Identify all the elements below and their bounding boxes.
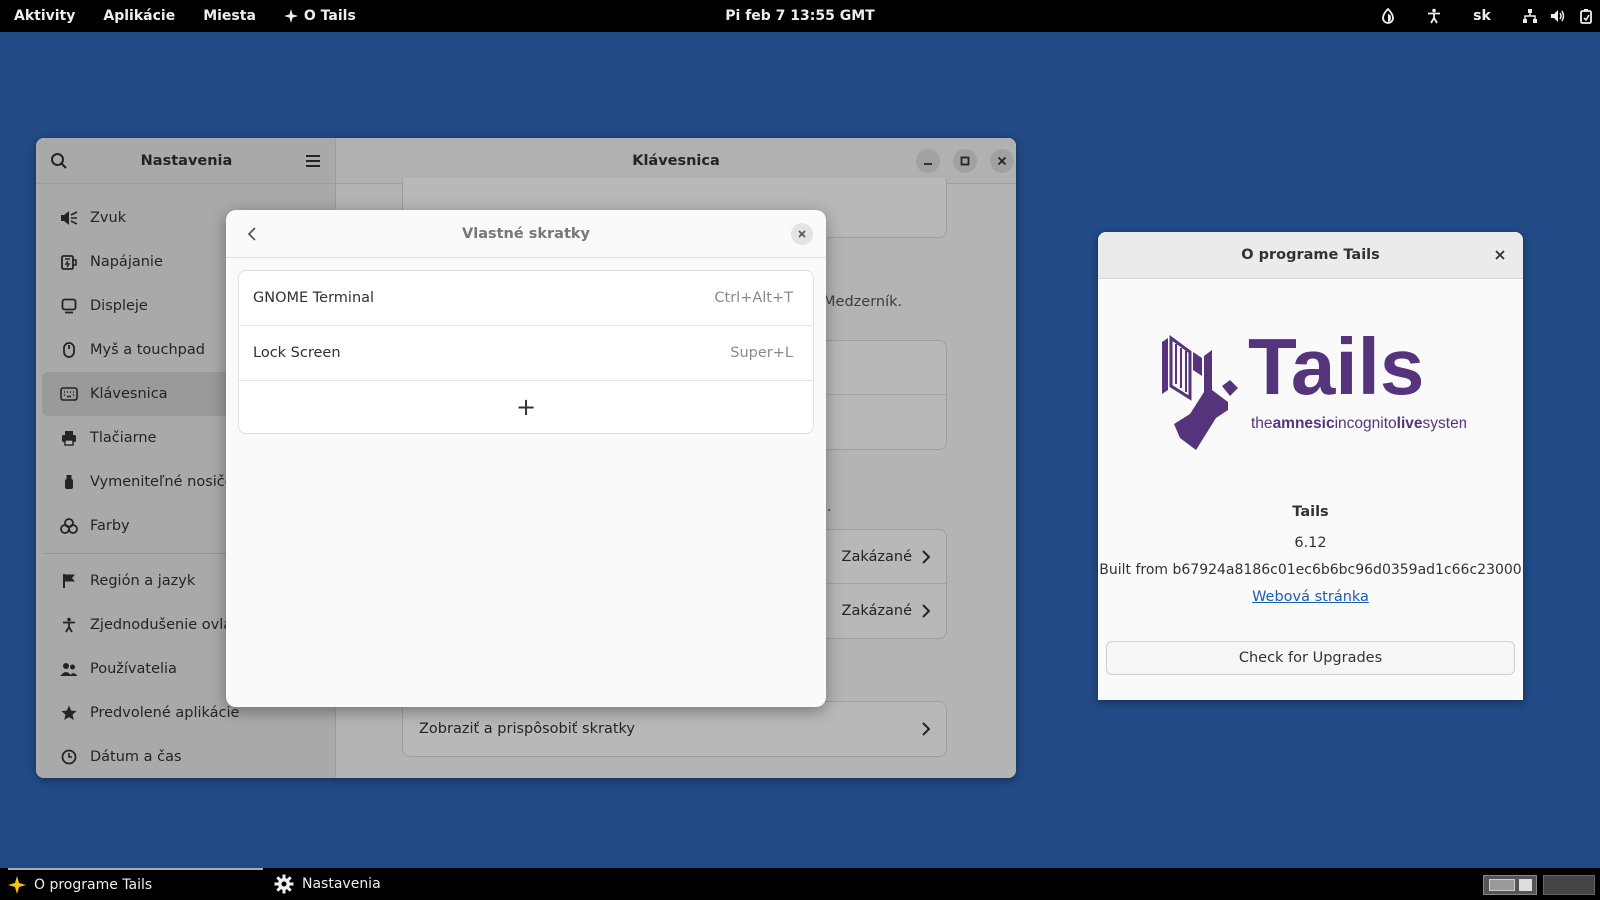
about-tails-menu[interactable]: O Tails [270, 0, 370, 32]
app-version: 6.12 [1294, 535, 1327, 551]
network-icon[interactable] [1516, 0, 1544, 32]
logo-wordmark: Tails [1248, 332, 1424, 411]
shortcut-row-lock-screen[interactable]: Lock Screen Super+L [239, 326, 813, 381]
taskbar-item-settings[interactable]: Nastavenia [274, 868, 514, 900]
bottom-taskbar: O programe Tails Nastavenia [0, 868, 1600, 900]
about-close-button[interactable] [1489, 244, 1511, 266]
activities-label: Aktivity [14, 8, 76, 24]
workspace-1[interactable] [1483, 875, 1537, 895]
shortcut-accelerator: Super+L [730, 345, 793, 361]
workspace-window-thumbnail [1489, 879, 1515, 891]
dialog-header: Vlastné skratky [226, 210, 826, 258]
places-menu[interactable]: Miesta [189, 0, 270, 32]
applications-label: Aplikácie [103, 8, 176, 24]
top-bar: Aktivity Aplikácie Miesta O Tails Pi feb… [0, 0, 1600, 32]
keyboard-layout-label: sk [1473, 8, 1491, 24]
close-icon [798, 230, 806, 238]
about-tails-label: O Tails [303, 8, 356, 24]
power-menu-icon[interactable] [1572, 0, 1600, 32]
plus-icon: + [515, 393, 537, 421]
taskbar-item-about-tails[interactable]: O programe Tails [8, 868, 263, 900]
website-link[interactable]: Webová stránka [1098, 589, 1523, 605]
volume-icon[interactable] [1544, 0, 1572, 32]
custom-shortcuts-dialog: Vlastné skratky GNOME Terminal Ctrl+Alt+… [226, 210, 826, 707]
workspace-2[interactable] [1543, 875, 1595, 895]
tails-logo-mark [1162, 335, 1238, 450]
shortcut-list: GNOME Terminal Ctrl+Alt+T Lock Screen Su… [238, 270, 814, 434]
add-shortcut-button[interactable]: + [239, 381, 813, 433]
about-tails-window: O programe Tails Tails theamnesicincogni… [1098, 232, 1523, 700]
tails-logo: Tails theamnesicincognitolivesystem [1156, 332, 1466, 452]
about-header: O programe Tails [1098, 232, 1523, 279]
shortcut-accelerator: Ctrl+Alt+T [714, 290, 793, 306]
activities-button[interactable]: Aktivity [0, 0, 89, 32]
keyboard-layout-indicator[interactable]: sk [1466, 0, 1498, 32]
shortcut-name: GNOME Terminal [253, 290, 375, 306]
workspace-window-thumbnail [1519, 879, 1532, 891]
shortcut-name: Lock Screen [253, 345, 341, 361]
about-window-title: O programe Tails [1241, 247, 1380, 263]
sparkle-icon [8, 876, 34, 894]
taskbar-label: O programe Tails [34, 877, 153, 893]
tor-status-icon[interactable] [1374, 0, 1402, 32]
shortcut-row-gnome-terminal[interactable]: GNOME Terminal Ctrl+Alt+T [239, 271, 813, 326]
logo-tagline: theamnesicincognitolivesystem [1251, 415, 1466, 432]
gear-icon [274, 874, 302, 894]
taskbar-label: Nastavenia [302, 876, 381, 892]
places-label: Miesta [203, 8, 256, 24]
sparkle-icon [283, 9, 304, 23]
accessibility-icon[interactable] [1420, 0, 1448, 32]
applications-menu[interactable]: Aplikácie [89, 0, 189, 32]
chevron-left-icon [248, 227, 256, 241]
clock[interactable]: Pi feb 7 13:55 GMT [725, 8, 874, 24]
check-upgrades-button[interactable]: Check for Upgrades [1106, 641, 1515, 675]
dialog-title: Vlastné skratky [462, 225, 590, 242]
close-icon [1495, 250, 1505, 260]
dialog-close-button[interactable] [791, 223, 813, 245]
app-name: Tails [1292, 504, 1329, 520]
build-hash: Built from b67924a8186c01ec6b6bc96d0359a… [1099, 562, 1522, 578]
back-button[interactable] [240, 222, 264, 246]
